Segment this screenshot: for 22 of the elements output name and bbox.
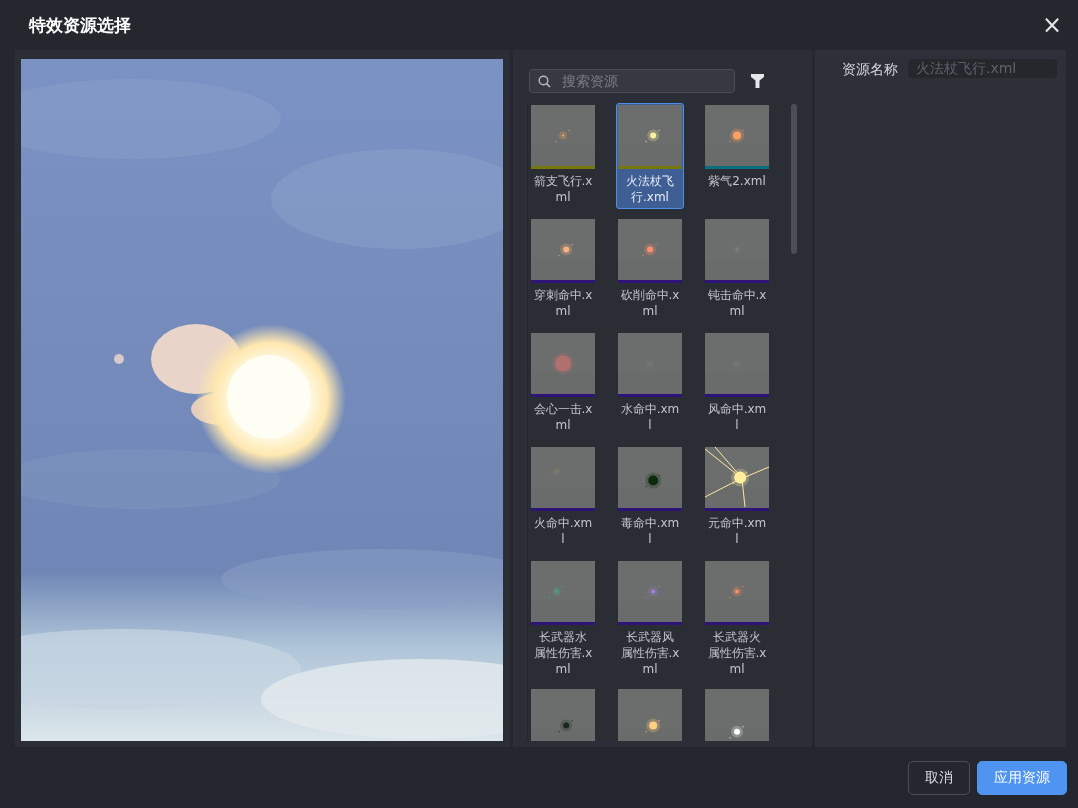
resource-item[interactable]: 元命中.xml <box>703 445 771 551</box>
resource-item[interactable]: 火法杖飞行.xml <box>616 103 684 209</box>
resource-item[interactable]: 箭支飞行.xml <box>529 103 597 209</box>
cancel-button[interactable]: 取消 <box>908 760 970 795</box>
scrollbar[interactable] <box>791 104 797 254</box>
resource-item[interactable]: 穿刺命中.xml <box>529 217 597 323</box>
resource-item[interactable]: 风命中.xml <box>703 331 771 437</box>
resource-item[interactable]: 火命中.xml <box>529 445 597 551</box>
field-label: 资源名称 <box>842 60 898 79</box>
resource-item[interactable]: 紫气2.xml <box>703 103 771 209</box>
close-button[interactable]: × <box>1035 13 1068 37</box>
resource-item[interactable]: 砍削命中.xml <box>616 217 684 323</box>
resource-item[interactable]: 会心一击.xml <box>529 331 597 437</box>
resource-item[interactable]: 长武器火属性伤害.xml <box>703 559 771 679</box>
resource-item[interactable]: 长武器风属性伤害.xml <box>616 559 684 679</box>
resource-item[interactable]: 钝击命中.xml <box>703 217 771 323</box>
resource-item[interactable]: 长武器水属性伤害.xml <box>529 559 597 679</box>
resource-item[interactable]: 毒命中.xml <box>616 445 684 551</box>
dialog-title: 特效资源选择 <box>29 13 131 37</box>
resource-item[interactable]: 水命中.xml <box>616 331 684 437</box>
search-field[interactable]: 搜索资源 <box>529 69 735 93</box>
filter-icon[interactable] <box>751 74 764 88</box>
